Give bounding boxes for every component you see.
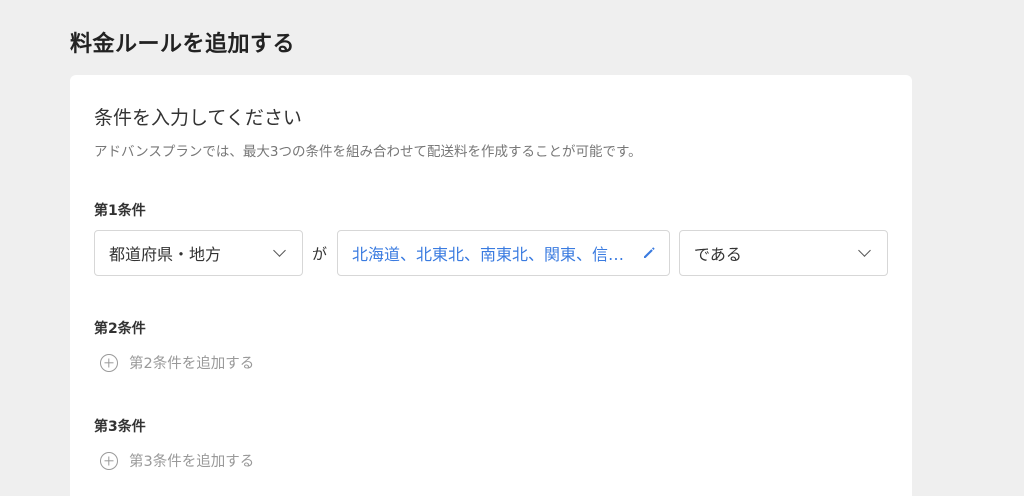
plus-circle-icon	[100, 451, 118, 470]
connector-text: が	[312, 245, 328, 263]
page-title: 料金ルールを追加する	[70, 32, 296, 57]
chevron-down-icon	[858, 244, 871, 257]
value-edit-field[interactable]: 北海道、北東北、南東北、関東、信越、北陸、東海、関西、中国、四国、九州、沖縄	[337, 230, 670, 276]
operator-select[interactable]: である	[679, 230, 888, 276]
add-condition-3-button[interactable]: 第3条件を追加する	[100, 450, 254, 471]
condition-card: 条件を入力してください アドバンスプランでは、最大3つの条件を組み合わせて配送料…	[70, 75, 912, 496]
section-title: 条件を入力してください	[94, 107, 302, 129]
chevron-down-icon	[273, 244, 286, 257]
operator-select-value: である	[694, 245, 742, 264]
field-select[interactable]: 都道府県・地方	[94, 230, 303, 276]
add-condition-3-label: 第3条件を追加する	[129, 454, 255, 470]
plus-circle-icon	[100, 353, 118, 372]
condition-1-label: 第1条件	[94, 203, 146, 219]
field-select-value: 都道府県・地方	[109, 245, 222, 264]
pencil-icon[interactable]	[641, 245, 657, 261]
add-condition-2-label: 第2条件を追加する	[129, 356, 255, 372]
add-condition-2-button[interactable]: 第2条件を追加する	[100, 352, 254, 373]
condition-2-label: 第2条件	[94, 321, 146, 337]
value-text: 北海道、北東北、南東北、関東、信越、北陸、東海、関西、中国、四国、九州、沖縄	[352, 245, 633, 264]
condition-3-label: 第3条件	[94, 419, 146, 435]
section-description: アドバンスプランでは、最大3つの条件を組み合わせて配送料を作成することが可能です…	[94, 144, 642, 160]
